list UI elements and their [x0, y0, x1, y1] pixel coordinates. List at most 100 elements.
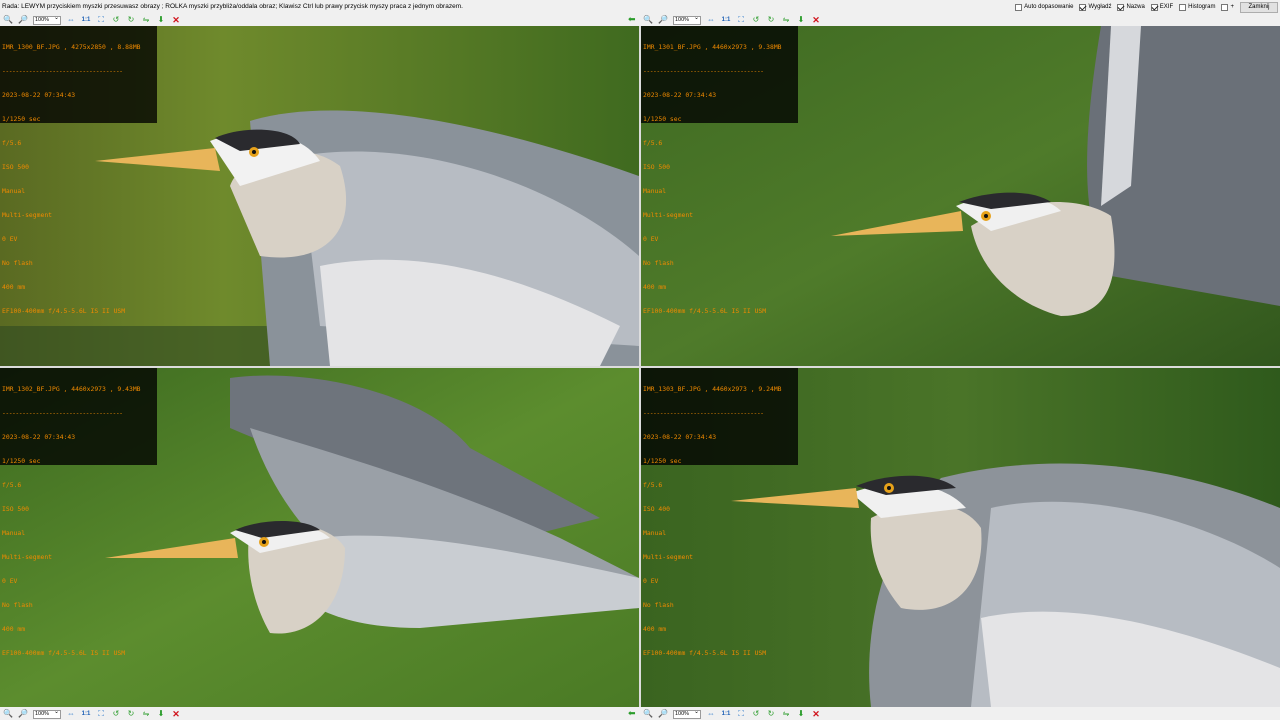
one-to-one-button[interactable]: 1:1: [80, 14, 92, 26]
fit-window-icon[interactable]: ⛶: [95, 14, 107, 26]
rotate-left-icon[interactable]: ↺: [110, 14, 122, 26]
exif-iso: ISO 400: [643, 505, 670, 513]
save-icon[interactable]: ⬇: [795, 14, 807, 26]
fit-prev-icon[interactable]: ⇔: [65, 708, 77, 720]
exif-aperture: f/5.6: [2, 139, 22, 147]
close-pane-icon[interactable]: ✕: [170, 708, 182, 720]
exif-flash: No flash: [2, 601, 33, 609]
zoom-in-icon[interactable]: 🔍: [2, 14, 14, 26]
save-icon[interactable]: ⬇: [155, 708, 167, 720]
rotate-right-icon[interactable]: ↻: [765, 708, 777, 720]
exif-focal: 400 mm: [2, 283, 26, 291]
exif-aperture: f/5.6: [643, 481, 663, 489]
zoom-in-icon[interactable]: 🔍: [642, 708, 654, 720]
close-pane-icon[interactable]: ✕: [170, 14, 182, 26]
checkbox[interactable]: [1015, 3, 1023, 11]
image-pane-1[interactable]: IMR_1300_BF.JPG , 4275x2850 , 8.88MB ---…: [0, 26, 639, 366]
exif-flash: No flash: [643, 259, 674, 267]
save-icon[interactable]: ⬇: [795, 708, 807, 720]
zoom-select[interactable]: 100%: [33, 15, 61, 25]
hint-text: Rada: LEWYM przyciskiem myszki przesuwas…: [2, 3, 463, 10]
option-histogram[interactable]: Histogram: [1179, 0, 1215, 14]
exif-header: IMR_1300_BF.JPG , 4275x2850 , 8.88MB: [2, 43, 141, 51]
image-pane-2[interactable]: IMR_1301_BF.JPG , 4460x2973 , 9.38MB ---…: [641, 26, 1280, 366]
fit-prev-icon[interactable]: ⇔: [65, 14, 77, 26]
exif-separator: ------------------------------------: [643, 67, 764, 75]
flip-icon[interactable]: ⇋: [140, 708, 152, 720]
close-pane-icon[interactable]: ✕: [810, 14, 822, 26]
zoom-out-icon[interactable]: 🔎: [657, 14, 669, 26]
checkbox[interactable]: [1150, 3, 1158, 11]
exif-ev: 0 EV: [2, 235, 18, 243]
rotate-left-icon[interactable]: ↺: [110, 708, 122, 720]
checkbox[interactable]: [1221, 3, 1229, 11]
exif-focal: 400 mm: [2, 625, 26, 633]
exif-datetime: 2023-08-22 07:34:43: [2, 433, 76, 441]
pane-toolbar-top-left: 🔍 🔎 100% ⇔ 1:1 ⛶ ↺ ↻ ⇋ ⬇ ✕ ⬅: [2, 14, 639, 26]
exif-shutter: 1/1250 sec: [643, 115, 682, 123]
exif-ev: 0 EV: [2, 577, 18, 585]
pane-toolbar-bottom-right: 🔍 🔎 100% ⇔ 1:1 ⛶ ↺ ↻ ⇋ ⬇ ✕: [642, 708, 1022, 720]
flip-icon[interactable]: ⇋: [140, 14, 152, 26]
exif-separator: ------------------------------------: [2, 409, 123, 417]
zoom-select[interactable]: 100%: [673, 15, 701, 25]
sync-left-arrow-icon[interactable]: ⬅: [628, 708, 636, 719]
exif-lens: EF100-400mm f/4.5-5.6L IS II USM: [643, 307, 767, 315]
exif-header: IMR_1301_BF.JPG , 4460x2973 , 9.38MB: [643, 43, 782, 51]
option-smooth[interactable]: Wygładź: [1079, 0, 1111, 14]
exif-focal: 400 mm: [643, 283, 667, 291]
zoom-out-icon[interactable]: 🔎: [657, 708, 669, 720]
close-pane-icon[interactable]: ✕: [810, 708, 822, 720]
exif-focal: 400 mm: [643, 625, 667, 633]
exif-overlay: IMR_1300_BF.JPG , 4275x2850 , 8.88MB ---…: [0, 26, 157, 315]
exif-lens: EF100-400mm f/4.5-5.6L IS II USM: [2, 649, 126, 657]
close-button[interactable]: Zamknij: [1240, 1, 1278, 13]
exif-ev: 0 EV: [643, 577, 659, 585]
option-auto-fit[interactable]: Auto dopasowanie: [1015, 0, 1073, 14]
option-exif[interactable]: EXIF: [1150, 0, 1173, 14]
checkbox[interactable]: [1079, 3, 1087, 11]
rotate-left-icon[interactable]: ↺: [750, 14, 762, 26]
pane-toolbar-bottom-left: 🔍 🔎 100% ⇔ 1:1 ⛶ ↺ ↻ ⇋ ⬇ ✕ ⬅: [2, 708, 639, 720]
zoom-out-icon[interactable]: 🔎: [17, 708, 29, 720]
one-to-one-button[interactable]: 1:1: [80, 708, 92, 720]
zoom-select[interactable]: 100%: [673, 709, 701, 719]
fit-prev-icon[interactable]: ⇔: [705, 708, 717, 720]
exif-iso: ISO 500: [643, 163, 670, 171]
fit-window-icon[interactable]: ⛶: [735, 14, 747, 26]
exif-mode: Manual: [2, 529, 26, 537]
rotate-left-icon[interactable]: ↺: [750, 708, 762, 720]
exif-lens: EF100-400mm f/4.5-5.6L IS II USM: [2, 307, 126, 315]
one-to-one-button[interactable]: 1:1: [720, 708, 732, 720]
horizontal-splitter[interactable]: [0, 366, 1280, 368]
checkbox[interactable]: [1117, 3, 1125, 11]
exif-mode: Manual: [2, 187, 26, 195]
image-pane-4[interactable]: IMR_1303_BF.JPG , 4460x2973 , 9.24MB ---…: [641, 368, 1280, 707]
zoom-out-icon[interactable]: 🔎: [17, 14, 29, 26]
sync-left-arrow-icon[interactable]: ⬅: [628, 14, 636, 25]
exif-lens: EF100-400mm f/4.5-5.6L IS II USM: [643, 649, 767, 657]
fit-prev-icon[interactable]: ⇔: [705, 14, 717, 26]
exif-shutter: 1/1250 sec: [643, 457, 682, 465]
fit-window-icon[interactable]: ⛶: [95, 708, 107, 720]
one-to-one-button[interactable]: 1:1: [720, 14, 732, 26]
zoom-in-icon[interactable]: 🔍: [642, 14, 654, 26]
save-icon[interactable]: ⬇: [155, 14, 167, 26]
exif-separator: ------------------------------------: [2, 67, 123, 75]
exif-datetime: 2023-08-22 07:34:43: [643, 433, 717, 441]
rotate-right-icon[interactable]: ↻: [125, 14, 137, 26]
zoom-select[interactable]: 100%: [33, 709, 61, 719]
zoom-in-icon[interactable]: 🔍: [2, 708, 14, 720]
flip-icon[interactable]: ⇋: [780, 14, 792, 26]
checkbox[interactable]: [1179, 3, 1187, 11]
flip-icon[interactable]: ⇋: [780, 708, 792, 720]
exif-iso: ISO 500: [2, 505, 29, 513]
rotate-right-icon[interactable]: ↻: [765, 14, 777, 26]
exif-shutter: 1/1250 sec: [2, 457, 41, 465]
rotate-right-icon[interactable]: ↻: [125, 708, 137, 720]
exif-metering: Multi-segment: [2, 553, 53, 561]
image-pane-3[interactable]: IMR_1302_BF.JPG , 4460x2973 , 9.43MB ---…: [0, 368, 639, 707]
option-plus[interactable]: +: [1221, 0, 1234, 14]
option-name[interactable]: Nazwa: [1117, 0, 1145, 14]
fit-window-icon[interactable]: ⛶: [735, 708, 747, 720]
